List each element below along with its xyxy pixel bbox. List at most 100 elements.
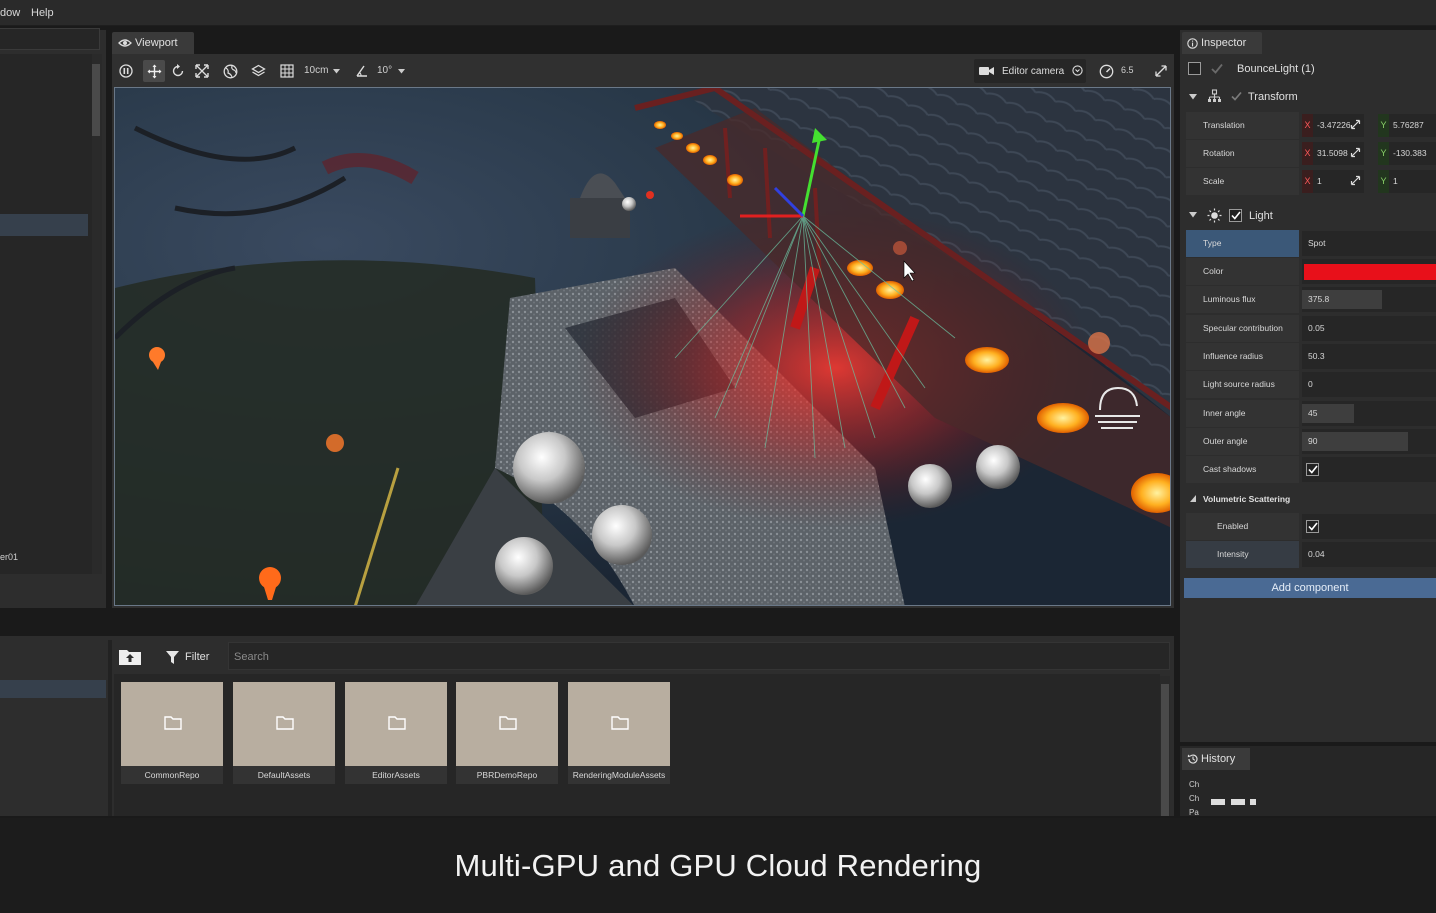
type-row: Type Spot — [1186, 230, 1436, 257]
tab-viewport[interactable]: Viewport — [112, 32, 194, 54]
maximize-viewport-button[interactable] — [1150, 60, 1172, 82]
camera-speed-value[interactable]: 6.5 — [1121, 65, 1134, 75]
scene-tree-item-label[interactable]: er01 — [0, 552, 18, 562]
checkmark-icon[interactable] — [1231, 91, 1242, 101]
chevron-down-icon[interactable] — [333, 69, 340, 74]
translation-x-field[interactable]: X -3.47226 — [1302, 114, 1364, 137]
folder-item[interactable]: PBRDemoRepo — [456, 682, 558, 784]
viewport-toolbar: 10cm 10° Editor camera 6.5 — [112, 58, 1174, 84]
type-dropdown[interactable]: Spot — [1302, 231, 1436, 256]
rotation-x-field[interactable]: X 31.5098 — [1302, 142, 1364, 165]
grid-size-value[interactable]: 10cm — [304, 65, 328, 76]
folder-up-button[interactable] — [116, 642, 144, 670]
angle-snap-value[interactable]: 10° — [377, 65, 392, 76]
folder-icon — [499, 716, 517, 730]
search-placeholder: Search — [234, 651, 269, 663]
pause-button[interactable] — [115, 60, 137, 82]
folder-icon — [611, 716, 629, 730]
history-entry[interactable]: Ch — [1189, 794, 1199, 803]
transform-title: Transform — [1248, 91, 1298, 103]
y-axis-badge: Y — [1378, 114, 1389, 137]
menu-item-help[interactable]: Help — [31, 7, 54, 19]
scale-tool-button[interactable] — [191, 60, 213, 82]
rotate-tool-button[interactable] — [167, 60, 189, 82]
volumetric-intensity-field[interactable]: 0.04 — [1302, 542, 1436, 567]
history-entry[interactable]: Ch — [1189, 780, 1199, 789]
folder-item[interactable]: RenderingModuleAssets — [568, 682, 670, 784]
translation-y-field[interactable]: Y 5.76287 — [1378, 114, 1436, 137]
history-entry-thumb — [1250, 799, 1256, 805]
layers-icon — [250, 64, 266, 76]
source-radius-field[interactable]: 0 — [1302, 372, 1436, 397]
y-axis-badge: Y — [1378, 170, 1389, 193]
cast-shadows-checkbox[interactable] — [1306, 463, 1319, 476]
camera-speed-button[interactable] — [1095, 60, 1117, 82]
color-picker[interactable] — [1302, 259, 1436, 284]
angle-snap-button[interactable] — [351, 60, 373, 82]
angle-icon — [356, 65, 367, 77]
folder-label: EditorAssets — [345, 766, 447, 784]
content-search-input[interactable]: Search — [228, 642, 1170, 670]
object-select-checkbox[interactable] — [1188, 62, 1201, 75]
source-radius-row: Light source radius 0 — [1186, 371, 1436, 398]
folder-icon — [276, 716, 294, 730]
world-space-button[interactable] — [219, 60, 241, 82]
light-enabled-checkbox[interactable] — [1229, 209, 1242, 222]
speedometer-icon — [1099, 64, 1113, 78]
outer-angle-slider[interactable]: 90 — [1302, 429, 1436, 454]
layers-button[interactable] — [247, 60, 269, 82]
drag-arrows-icon[interactable] — [1350, 147, 1361, 158]
outer-angle-row: Outer angle 90 — [1186, 428, 1436, 455]
rotation-y-field[interactable]: Y -130.383 — [1378, 142, 1436, 165]
folder-item[interactable]: EditorAssets — [345, 682, 447, 784]
x-axis-badge: X — [1302, 114, 1313, 137]
asset-grid-scrollbar-thumb[interactable] — [1161, 684, 1169, 816]
menu-item-window[interactable]: dow — [0, 7, 20, 19]
scene-tree-search[interactable] — [0, 28, 100, 50]
specular-slider[interactable]: 0.05 — [1302, 316, 1436, 341]
content-tree-selected-item[interactable] — [0, 680, 106, 698]
scene-tree-selected-item[interactable] — [0, 214, 88, 236]
folder-item[interactable]: CommonRepo — [121, 682, 223, 784]
tab-inspector[interactable]: Inspector — [1182, 32, 1262, 54]
filter-button[interactable]: Filter — [166, 648, 209, 666]
scene-tree-scrollbar-thumb[interactable] — [92, 64, 100, 136]
source-radius-value: 0 — [1308, 379, 1313, 389]
history-entry[interactable]: Pa — [1189, 808, 1199, 817]
move-icon — [147, 64, 161, 78]
scene-render — [115, 88, 1170, 605]
collapse-triangle-icon — [1189, 212, 1197, 218]
add-component-button[interactable]: Add component — [1184, 578, 1436, 598]
transform-section-header[interactable]: Transform — [1186, 86, 1436, 110]
filter-label: Filter — [185, 651, 210, 663]
viewport-scene[interactable] — [114, 87, 1171, 606]
scale-y-field[interactable]: Y 1 — [1378, 170, 1436, 193]
folder-item[interactable]: DefaultAssets — [233, 682, 335, 784]
light-section-header[interactable]: Light — [1186, 204, 1436, 228]
pause-icon — [119, 64, 133, 78]
panel-splitter[interactable] — [108, 640, 112, 816]
tab-history[interactable]: History — [1182, 748, 1250, 770]
specular-value: 0.05 — [1308, 323, 1325, 333]
luminous-flux-slider[interactable]: 375.8 — [1302, 287, 1436, 312]
translate-tool-button[interactable] — [143, 60, 165, 82]
influence-radius-field[interactable]: 50.3 — [1302, 344, 1436, 369]
object-name[interactable]: BounceLight (1) — [1237, 63, 1315, 75]
translation-x-value: -3.47226 — [1317, 120, 1351, 130]
globe-icon — [223, 64, 237, 78]
scale-label: Scale — [1186, 168, 1299, 195]
volumetric-section-header[interactable]: Volumetric Scattering — [1186, 486, 1436, 512]
checkmark-icon[interactable] — [1211, 63, 1223, 74]
eye-icon — [118, 39, 132, 47]
volumetric-enabled-checkbox[interactable] — [1306, 520, 1319, 533]
drag-arrows-icon[interactable] — [1350, 175, 1361, 186]
drag-arrows-icon[interactable] — [1350, 119, 1361, 130]
scale-x-field[interactable]: X 1 — [1302, 170, 1364, 193]
inner-angle-slider[interactable]: 45 — [1302, 401, 1436, 426]
volumetric-intensity-value: 0.04 — [1308, 549, 1325, 559]
luminous-flux-label: Luminous flux — [1186, 286, 1299, 313]
grid-snap-button[interactable] — [276, 60, 298, 82]
chevron-down-icon[interactable] — [398, 69, 405, 74]
camera-selector[interactable]: Editor camera — [974, 59, 1086, 83]
slider-fill — [1302, 432, 1408, 451]
